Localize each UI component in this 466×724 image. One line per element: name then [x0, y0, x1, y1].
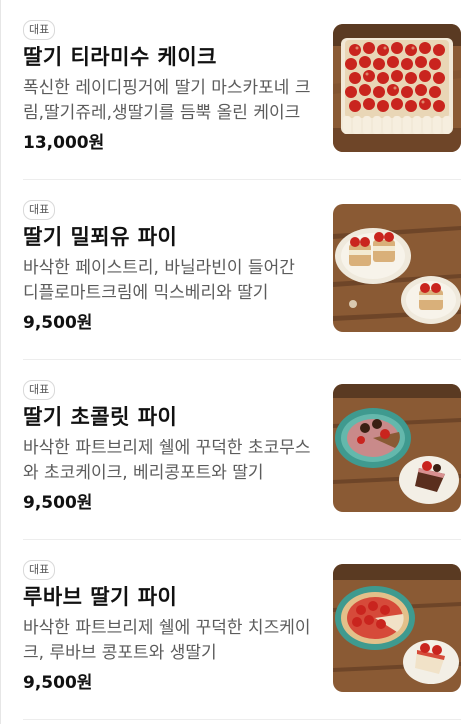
menu-item-price: 13,000원 [23, 133, 105, 153]
strawberry-chocolate-pie-image [333, 384, 461, 512]
menu-item-name: 루바브 딸기 파이 [23, 585, 178, 609]
menu-item[interactable]: 대표 딸기 티라미수 케이크 폭신한 레이디핑거에 딸기 마스카포네 크림,딸기… [23, 0, 463, 180]
menu-item-description: 바삭한 파트브리제 쉘에 꾸덕한 초코무스와 초코케이크, 베리콩포트와 딸기 [23, 438, 311, 483]
menu-item[interactable]: 대표 딸기 초콜릿 파이 바삭한 파트브리제 쉘에 꾸덕한 초코무스와 초코케이… [23, 360, 463, 540]
menu-item-name: 딸기 티라미수 케이크 [23, 45, 218, 69]
menu-item-description: 폭신한 레이디핑거에 딸기 마스카포네 크림,딸기쥬레,생딸기를 듬뿍 올린 케… [23, 78, 311, 123]
menu-item-description: 바삭한 페이스트리, 바닐라빈이 들어간 디플로마트크림에 믹스베리와 딸기 [23, 258, 295, 303]
menu-item[interactable]: 대표 루바브 딸기 파이 바삭한 파트브리제 쉘에 꾸덕한 치즈케이크, 루바브… [23, 540, 463, 720]
menu-item[interactable]: 대표 딸기 밀푀유 파이 바삭한 페이스트리, 바닐라빈이 들어간 디플로마트크… [23, 180, 463, 360]
menu-item-photo[interactable] [333, 24, 461, 152]
menu-list: 대표 딸기 티라미수 케이크 폭신한 레이디핑거에 딸기 마스카포네 크림,딸기… [0, 0, 466, 724]
signature-badge: 대표 [23, 200, 56, 220]
menu-item-price: 9,500원 [23, 673, 93, 693]
signature-badge: 대표 [23, 560, 56, 580]
menu-item-description: 바삭한 파트브리제 쉘에 꾸덕한 치즈케이크, 루바브 콩포트와 생딸기 [23, 618, 311, 663]
strawberry-millefeuille-pie-image [333, 204, 461, 332]
menu-item-photo[interactable] [333, 384, 461, 512]
rhubarb-strawberry-pie-image [333, 564, 461, 692]
signature-badge: 대표 [23, 20, 56, 40]
menu-item-price: 9,500원 [23, 493, 93, 513]
menu-item-price: 9,500원 [23, 313, 93, 333]
item-divider [23, 719, 461, 720]
menu-item-photo[interactable] [333, 564, 461, 692]
menu-item-name: 딸기 밀푀유 파이 [23, 225, 178, 249]
signature-badge: 대표 [23, 380, 56, 400]
menu-item-photo[interactable] [333, 204, 461, 332]
strawberry-tiramisu-cake-image [333, 24, 461, 152]
menu-item-name: 딸기 초콜릿 파이 [23, 405, 178, 429]
